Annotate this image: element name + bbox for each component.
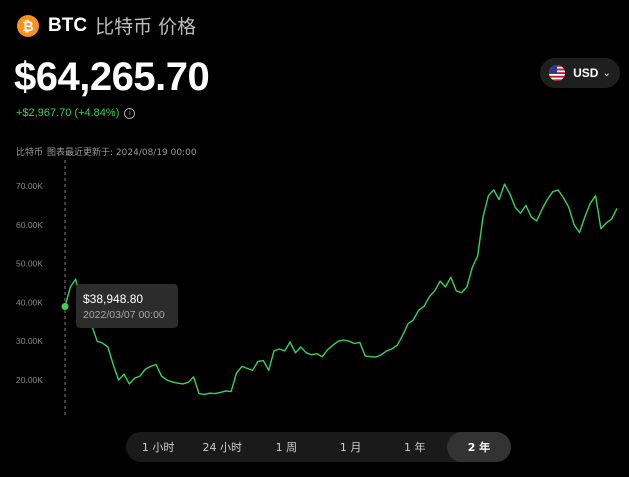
asset-name: 比特币 价格 [95, 16, 197, 38]
bitcoin-icon: ₿ [17, 14, 39, 37]
y-tick-label: 60.00K [16, 220, 43, 230]
currency-label: USD [573, 66, 599, 80]
range-option-2[interactable]: 1 周 [254, 432, 318, 462]
updated-asset: 比特币 [16, 148, 44, 158]
time-range-selector: 1 小时 24 小时 1 周1 月1 年2 年 [126, 432, 512, 462]
tooltip-value: $38,948.80 [83, 292, 144, 306]
price-change: +$2,967.70 (+4.84%) i [16, 107, 136, 119]
range-option-4[interactable]: 1 年 [383, 432, 447, 462]
range-option-0[interactable]: 1 小时 [126, 432, 190, 462]
us-flag-icon [549, 65, 566, 81]
asset-symbol: BTC [48, 14, 88, 36]
y-tick-label: 40.00K [16, 297, 43, 307]
current-price: $64,265.70 [14, 55, 210, 99]
info-icon[interactable]: i [124, 107, 136, 119]
range-option-3[interactable]: 1 月 [319, 432, 383, 462]
currency-selector[interactable]: USD ⌄ [540, 58, 620, 88]
tooltip-date: 2022/03/07 00:00 [83, 309, 165, 321]
y-tick-label: 50.00K [16, 259, 43, 269]
asset-header: ₿ BTC 比特币 价格 [17, 12, 196, 39]
hover-point [61, 302, 69, 310]
chevron-down-icon: ⌄ [602, 67, 611, 79]
y-tick-label: 20.00K [16, 375, 43, 385]
y-tick-label: 70.00K [16, 181, 43, 191]
price-change-value: +$2,967.70 (+4.84%) [16, 107, 120, 119]
chart-tooltip: $38,948.80 2022/03/07 00:00 [76, 284, 178, 328]
range-option-1[interactable]: 24 小时 [190, 432, 254, 462]
range-option-5[interactable]: 2 年 [446, 432, 512, 462]
updated-text: 图表最近更新于: 2024/08/19 00:00 [47, 148, 197, 158]
y-tick-label: 30.00K [16, 336, 43, 346]
chart-updated-note: 比特币 图表最近更新于: 2024/08/19 00:00 [16, 145, 201, 158]
